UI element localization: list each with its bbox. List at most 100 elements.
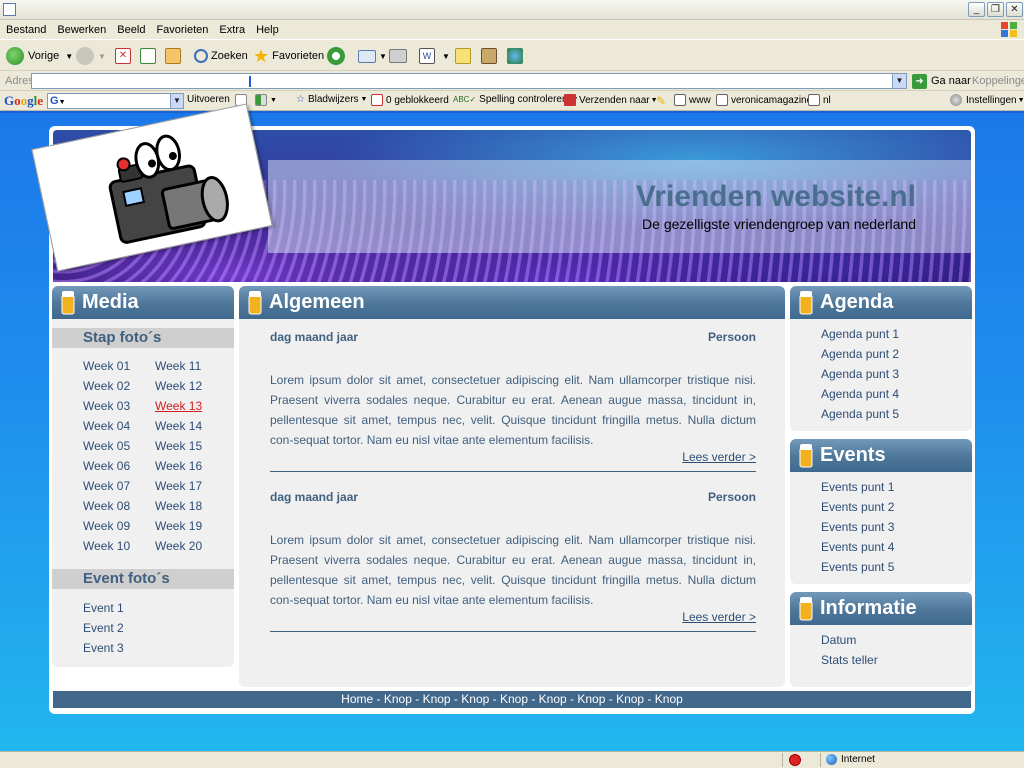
- search-veronica-button[interactable]: veronicamagazine: [716, 94, 812, 106]
- footer-button-link[interactable]: Knop: [539, 692, 567, 706]
- menu-favorieten[interactable]: Favorieten: [150, 20, 213, 36]
- events-panel: Events punt 1 Events punt 2 Events punt 3 E…: [790, 472, 972, 584]
- week-link[interactable]: Week 09: [83, 519, 130, 533]
- printer-icon: [389, 49, 407, 63]
- week-link[interactable]: Week 05: [83, 439, 130, 453]
- info-item-link[interactable]: Datum: [821, 633, 856, 647]
- week-link[interactable]: Week 17: [155, 479, 202, 493]
- google-run-button[interactable]: Uitvoeren: [187, 94, 230, 105]
- week-link[interactable]: Week 18: [155, 499, 202, 513]
- favorites-button[interactable]: ★ Favorieten: [253, 45, 324, 67]
- go-button[interactable]: ➜ Ga naar: [912, 73, 971, 89]
- search-www-button[interactable]: www: [674, 94, 711, 106]
- events-item-link[interactable]: Events punt 1: [821, 480, 894, 494]
- stop-button[interactable]: ✕: [115, 45, 134, 67]
- search-nl-button[interactable]: nl: [808, 94, 831, 106]
- week-link[interactable]: Week 16: [155, 459, 202, 473]
- menu-help[interactable]: Help: [250, 20, 284, 36]
- footer-button-link[interactable]: Knop: [655, 692, 683, 706]
- google-search-input[interactable]: G▼ ▼: [47, 93, 184, 109]
- menu-bewerken[interactable]: Bewerken: [51, 20, 111, 36]
- footer-button-link[interactable]: Knop: [500, 692, 528, 706]
- chevron-down-icon[interactable]: ▼: [442, 52, 450, 61]
- events-item-link[interactable]: Events punt 2: [821, 500, 894, 514]
- print-button[interactable]: [389, 45, 410, 67]
- week-link[interactable]: Week 13: [155, 399, 202, 413]
- week-link[interactable]: Week 04: [83, 419, 130, 433]
- footer-button-link[interactable]: Knop: [461, 692, 489, 706]
- agenda-item-link[interactable]: Agenda punt 5: [821, 407, 899, 421]
- agenda-item-link[interactable]: Agenda punt 1: [821, 327, 899, 341]
- settings-button[interactable]: Instellingen ▼: [950, 94, 1024, 106]
- agenda-item-link[interactable]: Agenda punt 3: [821, 367, 899, 381]
- popup-blocked-icon[interactable]: [789, 754, 801, 766]
- week-link[interactable]: Week 03: [83, 399, 130, 413]
- page-viewport[interactable]: Vrienden website.nl De gezelligste vrien…: [0, 103, 1024, 751]
- agenda-item-link[interactable]: Agenda punt 4: [821, 387, 899, 401]
- week-link[interactable]: Week 01: [83, 359, 130, 373]
- highlight-button[interactable]: ✎: [656, 94, 666, 108]
- week-link[interactable]: Week 11: [155, 359, 201, 373]
- send-to-button[interactable]: Verzenden naar ▼: [564, 94, 658, 106]
- back-button[interactable]: Vorige ▼: [6, 45, 73, 67]
- footer-home-link[interactable]: Home: [341, 692, 373, 706]
- bookmarks-button[interactable]: ☆ Bladwijzers ▼: [296, 94, 367, 105]
- agenda-item-link[interactable]: Agenda punt 2: [821, 347, 899, 361]
- week-link[interactable]: Week 12: [155, 379, 202, 393]
- events-item-link[interactable]: Events punt 3: [821, 520, 894, 534]
- week-link[interactable]: Week 10: [83, 539, 130, 553]
- chevron-down-icon[interactable]: ▼: [98, 52, 106, 61]
- minimize-button[interactable]: _: [968, 2, 985, 17]
- read-more-link[interactable]: Lees verder >: [682, 610, 756, 624]
- week-link[interactable]: Week 06: [83, 459, 130, 473]
- event-photo-link[interactable]: Event 3: [83, 641, 124, 655]
- menu-beeld[interactable]: Beeld: [111, 20, 150, 36]
- history-button[interactable]: [327, 45, 349, 67]
- google-search-dropdown-icon[interactable]: ▼: [170, 94, 183, 108]
- google-pagerank-button[interactable]: ▼: [255, 94, 277, 106]
- event-photo-link[interactable]: Event 1: [83, 601, 124, 615]
- week-link[interactable]: Week 15: [155, 439, 202, 453]
- read-more-link[interactable]: Lees verder >: [682, 450, 756, 464]
- edit-button[interactable]: W ▼: [419, 45, 450, 67]
- address-dropdown-icon[interactable]: ▼: [892, 74, 906, 88]
- address-input[interactable]: ▼: [31, 73, 907, 89]
- forward-arrow-icon: [76, 47, 94, 65]
- week-link[interactable]: Week 19: [155, 519, 202, 533]
- event-photo-link[interactable]: Event 2: [83, 621, 124, 635]
- week-link[interactable]: Week 08: [83, 499, 130, 513]
- spellcheck-button[interactable]: ABC✓Spelling controleren▼: [453, 94, 578, 105]
- chevron-down-icon[interactable]: ▼: [379, 52, 387, 61]
- week-link[interactable]: Week 14: [155, 419, 202, 433]
- menu-bestand[interactable]: Bestand: [0, 20, 51, 36]
- refresh-button[interactable]: [140, 45, 159, 67]
- messenger-button[interactable]: [507, 45, 526, 67]
- chevron-down-icon[interactable]: ▼: [270, 97, 277, 104]
- forward-button[interactable]: ▼: [76, 45, 106, 67]
- search-button[interactable]: Zoeken: [194, 45, 248, 67]
- footer-button-link[interactable]: Knop: [423, 692, 451, 706]
- footer-button-link[interactable]: Knop: [384, 692, 412, 706]
- footer-button-link[interactable]: Knop: [616, 692, 644, 706]
- security-zone[interactable]: Internet: [826, 754, 875, 765]
- week-link[interactable]: Week 20: [155, 539, 202, 553]
- chevron-down-icon[interactable]: ▼: [65, 52, 73, 61]
- events-item-link[interactable]: Events punt 4: [821, 540, 894, 554]
- menu-extra[interactable]: Extra: [213, 20, 250, 36]
- close-window-button[interactable]: ✕: [1006, 2, 1023, 17]
- home-button[interactable]: [165, 45, 184, 67]
- discuss-button[interactable]: [455, 45, 474, 67]
- week-link[interactable]: Week 07: [83, 479, 130, 493]
- info-item-link[interactable]: Stats teller: [821, 653, 878, 667]
- mail-button[interactable]: ▼: [358, 45, 387, 67]
- restore-button[interactable]: ❐: [987, 2, 1004, 17]
- favorites-label: Favorieten: [272, 50, 325, 62]
- events-item-link[interactable]: Events punt 5: [821, 560, 894, 574]
- history-icon: [327, 47, 345, 65]
- google-logo[interactable]: Google: [4, 93, 43, 109]
- research-button[interactable]: [481, 45, 500, 67]
- week-link[interactable]: Week 02: [83, 379, 130, 393]
- footer-button-link[interactable]: Knop: [577, 692, 605, 706]
- popup-blocker-button[interactable]: 0 geblokkeerd: [371, 94, 449, 106]
- links-toolbar-label[interactable]: Koppelingen: [972, 75, 1024, 87]
